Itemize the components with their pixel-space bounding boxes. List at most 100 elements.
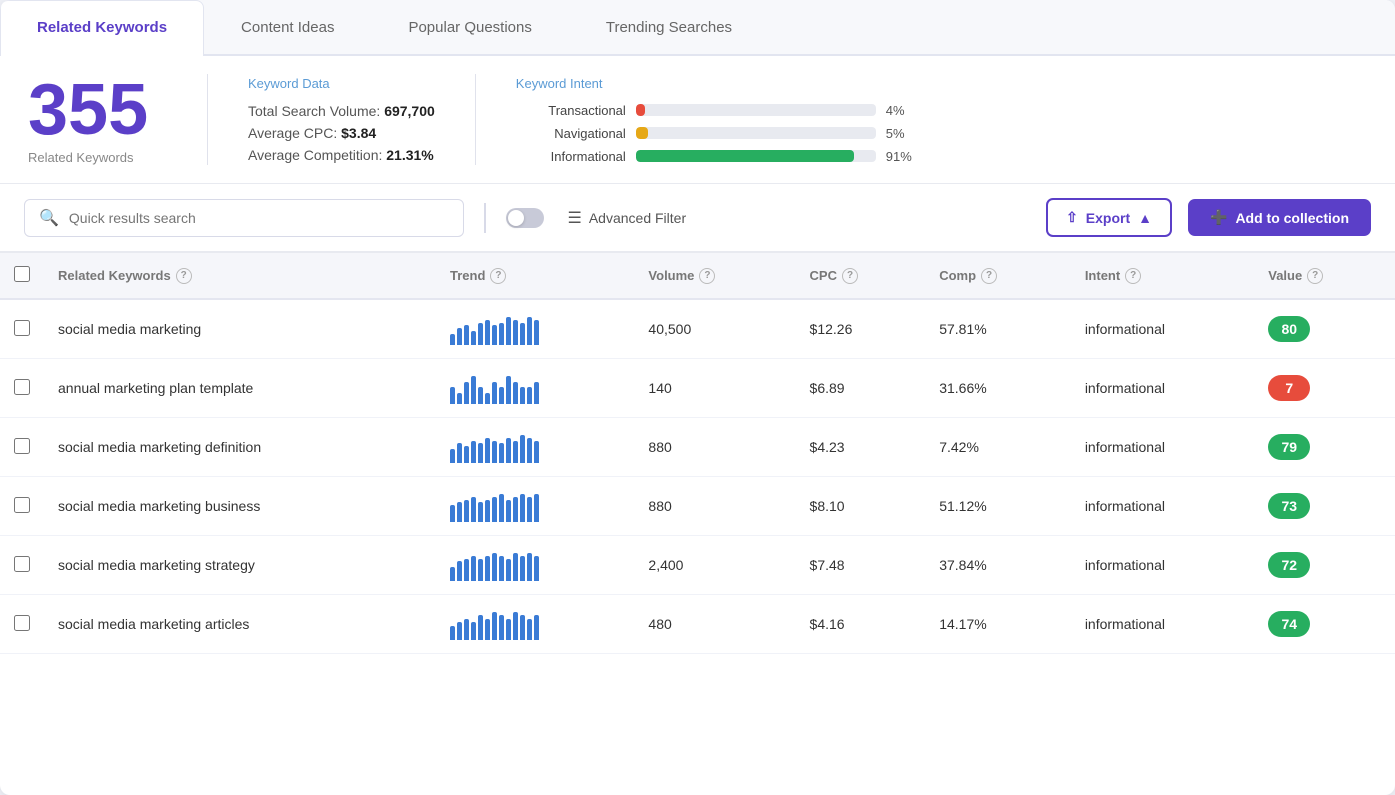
keyword-count-block: 355 Related Keywords <box>28 74 208 165</box>
tab-related-keywords[interactable]: Related Keywords <box>0 0 204 56</box>
trend-bar-segment <box>527 438 532 463</box>
row-checkbox-cell[interactable] <box>0 299 44 359</box>
row-checkbox-cell[interactable] <box>0 595 44 654</box>
trend-bar-segment <box>485 500 490 522</box>
col-intent-label: Intent <box>1085 268 1120 283</box>
row-value: 74 <box>1254 595 1395 654</box>
toolbar-divider <box>484 203 486 233</box>
row-checkbox-cell[interactable] <box>0 477 44 536</box>
col-volume-help-icon[interactable]: ? <box>699 268 715 284</box>
row-intent: informational <box>1071 359 1254 418</box>
trend-bar-segment <box>534 494 539 522</box>
row-checkbox[interactable] <box>14 379 30 395</box>
table-row: social media marketing40,500$12.2657.81%… <box>0 299 1395 359</box>
select-all-header[interactable] <box>0 253 44 299</box>
trend-bar-segment <box>492 382 497 404</box>
row-value: 73 <box>1254 477 1395 536</box>
tab-popular-questions[interactable]: Popular Questions <box>371 0 568 54</box>
row-trend <box>436 299 634 359</box>
trend-bar-segment <box>499 615 504 640</box>
row-checkbox[interactable] <box>14 497 30 513</box>
trend-bar-segment <box>450 567 455 581</box>
select-all-checkbox[interactable] <box>14 266 30 282</box>
row-trend <box>436 418 634 477</box>
trend-bar-segment <box>492 553 497 581</box>
table-row: social media marketing business880$8.105… <box>0 477 1395 536</box>
trend-bar-segment <box>464 325 469 345</box>
filter-icon: ☰ <box>568 208 582 228</box>
row-checkbox-cell[interactable] <box>0 418 44 477</box>
table-row: social media marketing strategy2,400$7.4… <box>0 536 1395 595</box>
row-checkbox-cell[interactable] <box>0 359 44 418</box>
search-box[interactable]: 🔍 <box>24 199 464 237</box>
row-checkbox-cell[interactable] <box>0 536 44 595</box>
col-header-comp: Comp ? <box>925 253 1071 299</box>
trend-bar-segment <box>520 615 525 640</box>
average-cpc-row: Average CPC: $3.84 <box>248 125 435 141</box>
value-badge: 74 <box>1268 611 1310 637</box>
trend-bar-segment <box>520 323 525 345</box>
summary-bar: 355 Related Keywords Keyword Data Total … <box>0 56 1395 184</box>
trend-bar-segment <box>506 619 511 640</box>
trend-bar-segment <box>450 449 455 463</box>
col-comp-help-icon[interactable]: ? <box>981 268 997 284</box>
toggle-switch[interactable] <box>506 208 544 228</box>
search-input[interactable] <box>69 210 449 226</box>
row-volume: 480 <box>634 595 795 654</box>
trend-bar-segment <box>506 500 511 522</box>
col-intent-help-icon[interactable]: ? <box>1125 268 1141 284</box>
col-header-cpc: CPC ? <box>796 253 926 299</box>
col-cpc-help-icon[interactable]: ? <box>842 268 858 284</box>
col-cpc-label: CPC <box>810 268 837 283</box>
trend-bar-segment <box>485 619 490 640</box>
col-header-intent: Intent ? <box>1071 253 1254 299</box>
trend-bar-segment <box>457 328 462 345</box>
row-intent: informational <box>1071 477 1254 536</box>
col-header-volume: Volume ? <box>634 253 795 299</box>
row-value: 79 <box>1254 418 1395 477</box>
row-checkbox[interactable] <box>14 320 30 336</box>
trend-bar-segment <box>478 615 483 640</box>
row-checkbox[interactable] <box>14 556 30 572</box>
trend-bar-segment <box>478 323 483 345</box>
intent-navigational-bar-bg <box>636 127 876 139</box>
col-trend-help-icon[interactable]: ? <box>490 268 506 284</box>
trend-bar-segment <box>485 556 490 581</box>
toggle-wrap[interactable] <box>506 208 544 228</box>
search-icon: 🔍 <box>39 208 59 228</box>
row-volume: 140 <box>634 359 795 418</box>
trend-bar-segment <box>513 320 518 345</box>
trend-bar-segment <box>471 622 476 640</box>
tab-content-ideas[interactable]: Content Ideas <box>204 0 371 54</box>
trend-bar-segment <box>464 619 469 640</box>
tab-trending-searches[interactable]: Trending Searches <box>569 0 769 54</box>
keyword-intent-title: Keyword Intent <box>516 76 1327 91</box>
trend-bar-segment <box>450 505 455 522</box>
row-volume: 880 <box>634 477 795 536</box>
col-header-trend: Trend ? <box>436 253 634 299</box>
trend-bar-segment <box>534 382 539 404</box>
intent-informational-bar-bg <box>636 150 876 162</box>
col-header-keywords: Related Keywords ? <box>44 253 436 299</box>
row-cpc: $7.48 <box>796 536 926 595</box>
intent-transactional-label: Transactional <box>516 103 626 118</box>
trend-bar-segment <box>478 559 483 581</box>
export-button[interactable]: ⇧ Export ▲ <box>1046 198 1172 237</box>
advanced-filter-button[interactable]: ☰ Advanced Filter <box>560 208 695 228</box>
row-intent: informational <box>1071 418 1254 477</box>
row-checkbox[interactable] <box>14 438 30 454</box>
average-cpc-value: $3.84 <box>341 125 376 141</box>
col-value-help-icon[interactable]: ? <box>1307 268 1323 284</box>
trend-bar-segment <box>471 497 476 522</box>
trend-bar-segment <box>471 376 476 404</box>
col-trend-label: Trend <box>450 268 485 283</box>
table-row: annual marketing plan template140$6.8931… <box>0 359 1395 418</box>
trend-bar-segment <box>499 494 504 522</box>
col-keywords-help-icon[interactable]: ? <box>176 268 192 284</box>
row-checkbox[interactable] <box>14 615 30 631</box>
row-intent: informational <box>1071 536 1254 595</box>
add-to-collection-button[interactable]: ➕ Add to collection <box>1188 199 1371 236</box>
trend-bars <box>450 431 620 463</box>
trend-bar-segment <box>457 502 462 522</box>
value-badge: 79 <box>1268 434 1310 460</box>
